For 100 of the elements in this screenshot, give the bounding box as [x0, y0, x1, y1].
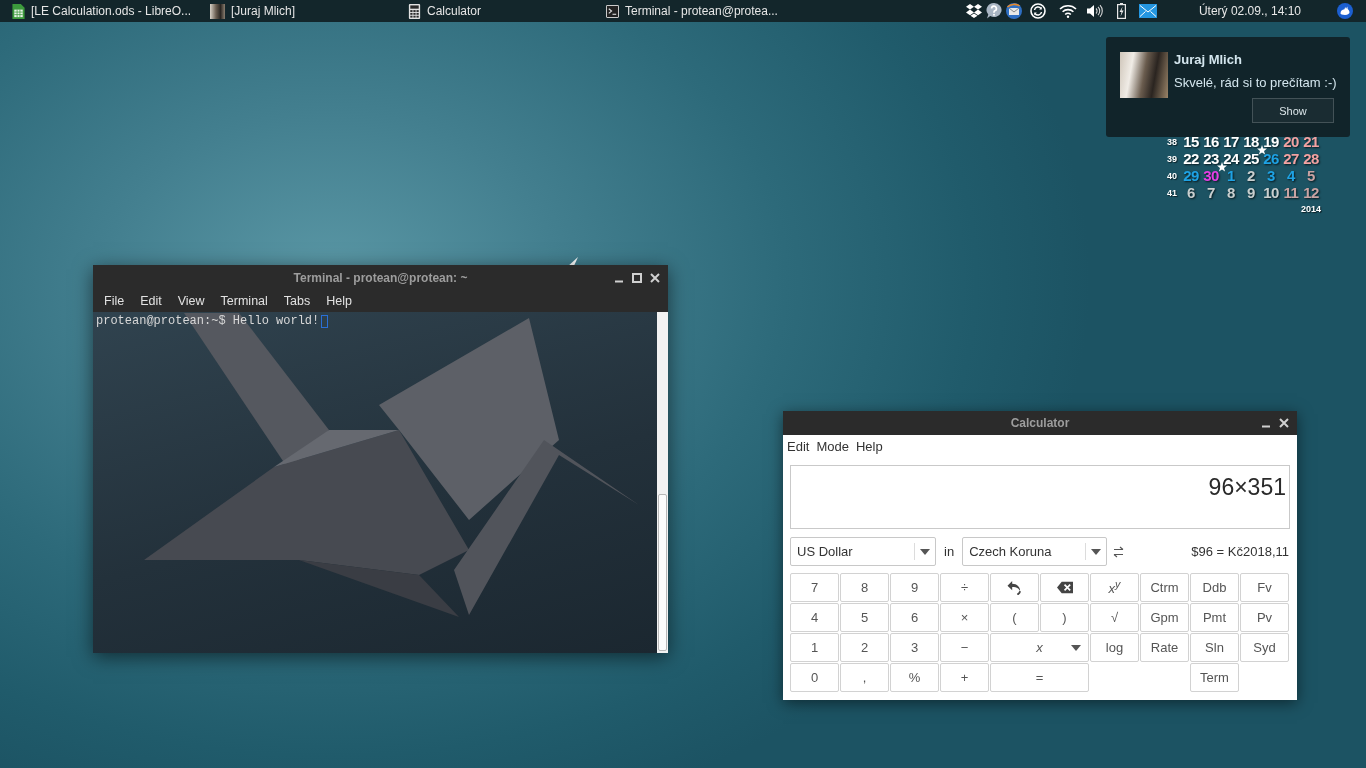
terminal-pane[interactable]: protean@protean:~$ Hello world!: [93, 312, 657, 653]
calculator-key[interactable]: 6: [890, 603, 939, 632]
calendar-day[interactable]: 21: [1303, 133, 1319, 150]
calculator-key[interactable]: 8: [840, 573, 889, 602]
calculator-key[interactable]: 2: [840, 633, 889, 662]
clock[interactable]: Úterý 02.09., 14:10: [1198, 4, 1301, 18]
spreadsheet-icon: [12, 3, 25, 19]
app-menu-icon[interactable]: [1337, 3, 1353, 19]
calculator-key[interactable]: ÷: [940, 573, 989, 602]
calculator-key[interactable]: 4: [790, 603, 839, 632]
calculator-key[interactable]: x$^{y}$: [1090, 573, 1139, 602]
calculator-key[interactable]: Gpm: [1140, 603, 1189, 632]
taskbar-button[interactable]: Calculator: [400, 0, 598, 22]
close-icon[interactable]: [1279, 418, 1289, 428]
calculator-key[interactable]: Term: [1190, 663, 1239, 692]
calendar-day[interactable]: 17: [1223, 133, 1239, 150]
menu-item[interactable]: Help: [318, 290, 360, 312]
calculator-key[interactable]: Fv: [1240, 573, 1289, 602]
battery-icon[interactable]: [1116, 3, 1126, 19]
maximize-icon[interactable]: [632, 272, 642, 283]
calculator-key[interactable]: Rate: [1140, 633, 1189, 662]
calculator-key[interactable]: (: [990, 603, 1039, 632]
calculator-key[interactable]: ,: [840, 663, 889, 692]
calculator-key[interactable]: 1: [790, 633, 839, 662]
sync-icon[interactable]: [1029, 3, 1046, 19]
menu-item[interactable]: File: [96, 290, 133, 312]
calendar-day[interactable]: 12: [1303, 184, 1319, 201]
calendar-day[interactable]: 5: [1307, 167, 1315, 184]
calendar-day[interactable]: 18: [1243, 133, 1259, 150]
calculator-key[interactable]: Pv: [1240, 603, 1289, 632]
wifi-icon[interactable]: [1058, 4, 1077, 18]
calculator-key[interactable]: Ctrm: [1140, 573, 1189, 602]
help-icon[interactable]: [985, 3, 1002, 19]
scrollbar-thumb[interactable]: [658, 494, 667, 651]
menu-item[interactable]: View: [169, 290, 213, 312]
calendar-day[interactable]: 20: [1283, 133, 1299, 150]
taskbar-button[interactable]: [Juraj Mlich]: [202, 0, 400, 22]
calculator-key[interactable]: √: [1090, 603, 1139, 632]
calendar-day[interactable]: 2: [1247, 167, 1255, 184]
menu-item[interactable]: Terminal: [212, 290, 276, 312]
terminal-line: protean@protean:~$ Hello world!: [96, 315, 320, 328]
calculator-key[interactable]: =: [990, 663, 1089, 692]
taskbar-button[interactable]: Terminal - protean@protea...: [598, 0, 796, 22]
menu-item[interactable]: Edit: [132, 290, 170, 312]
caret-icon: [1071, 644, 1081, 651]
calendar-day[interactable]: 28: [1303, 150, 1319, 167]
undo-button[interactable]: [990, 573, 1039, 602]
backspace-button[interactable]: [1040, 573, 1089, 602]
calendar-day[interactable]: 10: [1263, 184, 1279, 201]
calculator-key[interactable]: Ddb: [1190, 573, 1239, 602]
variable-dropdown[interactable]: x: [990, 633, 1089, 662]
calendar-day[interactable]: 25: [1243, 150, 1259, 167]
calculator-key[interactable]: %: [890, 663, 939, 692]
calendar-day[interactable]: 8: [1227, 184, 1235, 201]
calendar-day[interactable]: 7: [1207, 184, 1215, 201]
swap-icon[interactable]: [1113, 545, 1125, 558]
show-button[interactable]: Show: [1252, 98, 1334, 123]
menu-item[interactable]: Mode: [814, 438, 851, 454]
calendar-day[interactable]: 19: [1263, 133, 1279, 150]
round-envelope-icon[interactable]: [1005, 3, 1022, 19]
calendar-day[interactable]: 27: [1283, 150, 1299, 167]
calendar-day[interactable]: 22: [1183, 150, 1199, 167]
currency-dropdown[interactable]: Czech Koruna: [962, 537, 1108, 566]
calculator-key[interactable]: −: [940, 633, 989, 662]
calendar-day[interactable]: 11: [1283, 184, 1299, 201]
calendar-day[interactable]: 23: [1203, 150, 1219, 167]
menu-item[interactable]: Tabs: [275, 290, 319, 312]
menu-item[interactable]: Edit: [785, 438, 812, 454]
window-title: Calculator: [1010, 416, 1070, 430]
week-number: 38: [1166, 136, 1178, 147]
calendar-day[interactable]: 15: [1183, 133, 1199, 150]
window-title: Terminal - protean@protean: ~: [293, 270, 468, 285]
calculator-key[interactable]: 7: [790, 573, 839, 602]
calculator-key[interactable]: 9: [890, 573, 939, 602]
calculator-key[interactable]: ×: [940, 603, 989, 632]
calculator-key[interactable]: 0: [790, 663, 839, 692]
mail-icon[interactable]: [1138, 4, 1157, 18]
calendar-year: 2014: [1300, 204, 1321, 214]
calculator-key[interactable]: Syd: [1240, 633, 1289, 662]
taskbar-button[interactable]: [LE Calculation.ods - LibreO...: [4, 0, 202, 22]
calculator-key[interactable]: Sln: [1190, 633, 1239, 662]
diamonds-icon[interactable]: [965, 4, 982, 18]
currency-dropdown[interactable]: US Dollar: [790, 537, 936, 566]
calendar-day[interactable]: 16: [1203, 133, 1219, 150]
menu-item[interactable]: Help: [853, 438, 885, 454]
calculator-key[interactable]: 3: [890, 633, 939, 662]
calculator-key[interactable]: +: [940, 663, 989, 692]
scrollbar-track[interactable]: [657, 312, 668, 653]
display-field[interactable]: 96×351: [790, 465, 1290, 529]
calculator-key[interactable]: Pmt: [1190, 603, 1239, 632]
calendar-day[interactable]: 9: [1247, 184, 1255, 201]
calculator-key[interactable]: log: [1090, 633, 1139, 662]
volume-icon[interactable]: [1086, 4, 1103, 18]
calendar-day[interactable]: 6: [1187, 184, 1195, 201]
calendar-day[interactable]: 24: [1223, 150, 1239, 167]
close-icon[interactable]: [650, 272, 660, 283]
calculator-key[interactable]: ): [1040, 603, 1089, 632]
notification-sender: Juraj Mlich: [1174, 52, 1242, 67]
photo-placeholder: [1120, 52, 1168, 98]
calculator-key[interactable]: 5: [840, 603, 889, 632]
